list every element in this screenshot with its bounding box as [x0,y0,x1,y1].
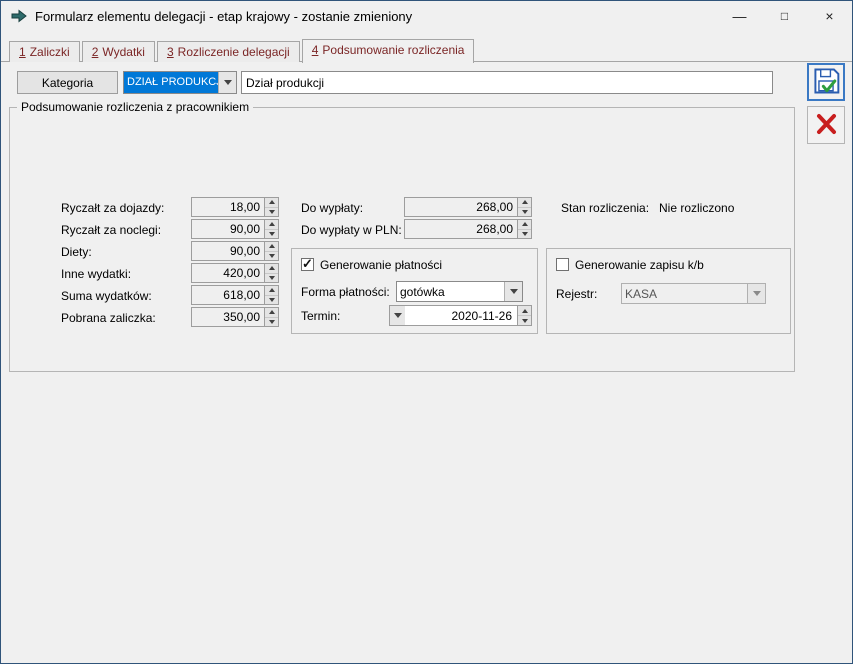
forma-platnosci-label: Forma płatności: [301,285,390,299]
kategoria-button[interactable]: Kategoria [17,71,118,94]
pobrana-zaliczka-field: 350,00 [191,307,279,327]
tab-strip: 1Zaliczki 2Wydatki 3Rozliczenie delegacj… [9,39,476,62]
tab-label: Rozliczenie delegacji [178,45,290,59]
inne-wydatki-field: 420,00 [191,263,279,283]
tab-label: Podsumowanie rozliczenia [322,43,464,57]
status-value: Nie rozliczono [659,201,734,215]
chevron-down-icon [394,313,402,318]
generowanie-platnosci-checkbox[interactable] [301,258,314,271]
tab-label: Wydatki [102,45,145,59]
save-diskette-icon [811,66,841,99]
field-label: Diety: [61,245,92,259]
checkbox-label: Generowanie zapisu k/b [575,258,704,272]
spinner-icon [264,308,278,326]
ryczalt-noclegi-field: 90,00 [191,219,279,239]
spinner-icon [264,220,278,238]
rejestr-label: Rejestr: [556,287,597,301]
delegation-icon [11,8,27,24]
close-button[interactable]: × [807,1,852,31]
kategoria-description-input[interactable] [241,71,773,94]
spinner-icon [264,264,278,282]
tab-rozliczenie-delegacji[interactable]: 3Rozliczenie delegacji [157,41,300,62]
field-label: Inne wydatki: [61,267,131,281]
window-controls: — □ × [717,1,852,31]
dialog-window: Formularz elementu delegacji - etap kraj… [0,0,853,664]
field-label: Pobrana zaliczka: [61,311,156,325]
tab-podsumowanie-rozliczenia[interactable]: 4Podsumowanie rozliczenia [302,39,475,63]
termin-calendar-dropdown[interactable] [389,305,406,326]
field-label: Do wypłaty w PLN: [301,223,402,237]
forma-platnosci-value: gotówka [397,282,504,301]
chevron-down-icon[interactable] [504,282,522,301]
save-button[interactable] [807,63,845,101]
field-label: Suma wydatków: [61,289,152,303]
tab-wydatki[interactable]: 2Wydatki [82,41,155,62]
titlebar: Formularz elementu delegacji - etap kraj… [1,1,852,31]
status-label: Stan rozliczenia: [561,201,649,215]
tab-label: Zaliczki [30,45,70,59]
termin-date-field[interactable]: 2020-11-26 [405,305,532,326]
chevron-down-icon[interactable] [218,72,236,93]
maximize-button[interactable]: □ [762,1,807,31]
checkbox-label: Generowanie płatności [320,258,442,272]
cancel-x-icon [813,111,839,140]
kategoria-combo[interactable]: DZIAŁ PRODUKCJI [123,71,237,94]
spinner-icon[interactable] [517,306,531,325]
field-label: Ryczałt za noclegi: [61,223,161,237]
forma-platnosci-combo[interactable]: gotówka [396,281,523,302]
summary-group-title: Podsumowanie rozliczenia z pracownikiem [17,100,253,114]
spinner-icon [517,198,531,216]
spinner-icon [517,220,531,238]
diety-field: 90,00 [191,241,279,261]
do-wyplaty-pln-field: 268,00 [404,219,532,239]
spinner-icon [264,286,278,304]
window-title: Formularz elementu delegacji - etap kraj… [35,9,412,24]
cancel-button[interactable] [807,106,845,144]
tab-zaliczki[interactable]: 1Zaliczki [9,41,80,62]
ryczalt-dojazdy-field: 18,00 [191,197,279,217]
generowanie-zapisu-kb-checkbox[interactable] [556,258,569,271]
spinner-icon [264,242,278,260]
rejestr-value: KASA [622,284,747,303]
field-label: Do wypłaty: [301,201,363,215]
suma-wydatkow-field: 618,00 [191,285,279,305]
do-wyplaty-field: 268,00 [404,197,532,217]
rejestr-combo: KASA [621,283,766,304]
spinner-icon [264,198,278,216]
termin-label: Termin: [301,309,340,323]
chevron-down-icon [747,284,765,303]
minimize-button[interactable]: — [717,1,762,31]
field-label: Ryczałt za dojazdy: [61,201,164,215]
kategoria-combo-value: DZIAŁ PRODUKCJI [124,72,218,93]
